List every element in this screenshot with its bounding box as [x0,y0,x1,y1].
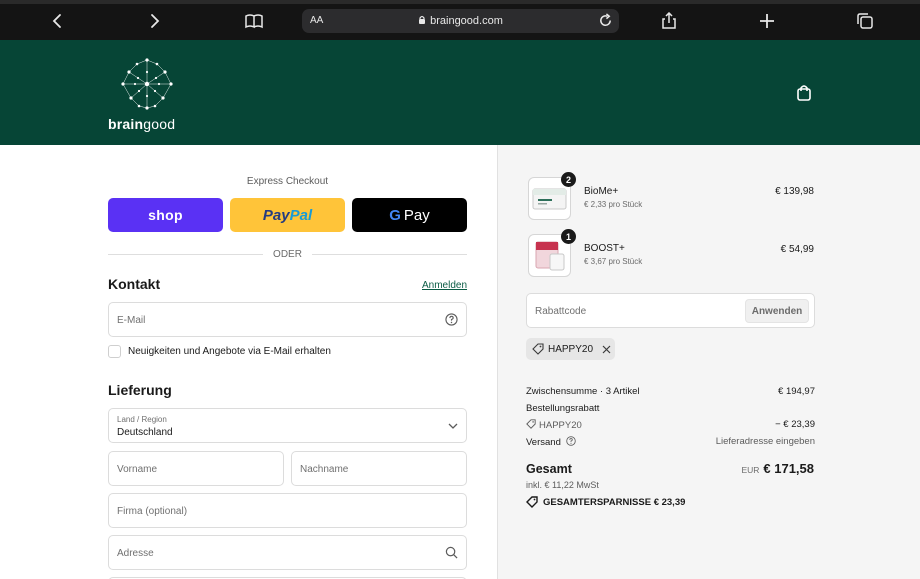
tag-icon [526,419,536,429]
tag-icon [532,343,544,355]
total-label: Gesamt [526,462,572,476]
help-circle-icon[interactable] [565,436,576,446]
toolbar-top-edge [0,0,920,4]
subtotal-row: Zwischensumme · 3 Artikel € 194,97 [526,386,815,397]
book-icon [245,14,263,29]
brand-wordmark: braingood [108,116,176,132]
google-g-icon: G [389,206,401,224]
quantity-badge: 2 [561,172,576,187]
discount-code-field[interactable]: Rabattcode Anwenden [526,293,815,328]
search-icon [445,546,458,559]
chevron-down-icon [448,423,458,429]
order-discount-row: Bestellungsrabatt [526,403,600,414]
forward-button[interactable] [143,9,167,33]
chevron-right-icon [151,14,160,28]
applied-discount-chip: HAPPY20 [526,338,615,360]
address-field[interactable]: Adresse [108,535,467,570]
reload-icon[interactable] [598,13,613,28]
login-link[interactable]: Anmelden [422,280,467,291]
tabs-icon [857,13,873,29]
country-select[interactable]: Land / Region Deutschland [108,408,467,443]
google-pay-button[interactable]: G Pay [352,198,467,232]
item-price: € 139,98 [775,186,814,197]
delivery-heading: Lieferung [108,382,172,398]
or-divider: ODER [108,248,467,260]
url-text: braingood.com [430,15,503,27]
item-unit-price: € 2,33 pro Stück [584,200,643,209]
quantity-badge: 1 [561,229,576,244]
apply-discount-button[interactable]: Anwenden [745,299,809,323]
remove-discount-icon[interactable] [602,345,611,354]
item-unit-price: € 3,67 pro Stück [584,257,643,266]
brain-dots-icon [121,58,173,110]
order-discount-code-row: HAPPY20 − € 23,39 [526,419,815,431]
bookmarks-button[interactable] [242,9,266,33]
company-field[interactable]: Firma (optional) [108,493,467,528]
item-name: BioMe+ [584,186,619,197]
total-savings: GESAMTERSPARNISSE € 23,39 [526,496,685,508]
address-bar[interactable]: AA braingood.com [302,9,619,33]
checkout-form-panel: Express Checkout shop Pay Pal G Pay ODER K… [0,145,497,579]
last-name-field[interactable]: Nachname [291,451,467,486]
site-header: braingood [0,40,920,145]
product-thumbnail-boost: 1 [528,229,576,277]
tag-icon [526,496,538,508]
item-name: BOOST+ [584,243,625,254]
help-circle-icon[interactable] [445,313,458,326]
total-value: EUR € 171,58 [741,461,814,476]
chevron-left-icon [52,14,61,28]
cart-button[interactable] [796,84,812,106]
newsletter-option[interactable]: Neuigkeiten und Angebote via E-Mail erha… [108,344,331,358]
tabs-overview-button[interactable] [853,9,877,33]
product-thumbnail-biome: 2 [528,172,576,220]
item-price: € 54,99 [780,244,814,255]
shopping-bag-icon [797,85,811,101]
first-name-field[interactable]: Vorname [108,451,284,486]
share-icon [662,12,676,29]
back-button[interactable] [45,9,69,33]
share-button[interactable] [657,9,681,33]
tax-note: inkl. € 11,22 MwSt [526,480,599,490]
contact-heading: Kontakt [108,276,161,292]
browser-toolbar: AA braingood.com [0,0,920,40]
newsletter-checkbox[interactable] [108,344,121,358]
shop-pay-button[interactable]: shop [108,198,223,232]
new-tab-button[interactable] [755,9,779,33]
plus-icon [760,14,774,28]
express-checkout-label: Express Checkout [246,176,329,187]
order-summary-panel: 2 BioMe+ € 2,33 pro Stück € 139,98 1 BOO… [497,145,920,579]
paypal-button[interactable]: Pay Pal [230,198,345,232]
lock-icon [419,15,426,24]
email-field[interactable]: E-Mail [108,302,467,337]
shipping-row: Versand Lieferadresse eingeben [526,436,815,448]
